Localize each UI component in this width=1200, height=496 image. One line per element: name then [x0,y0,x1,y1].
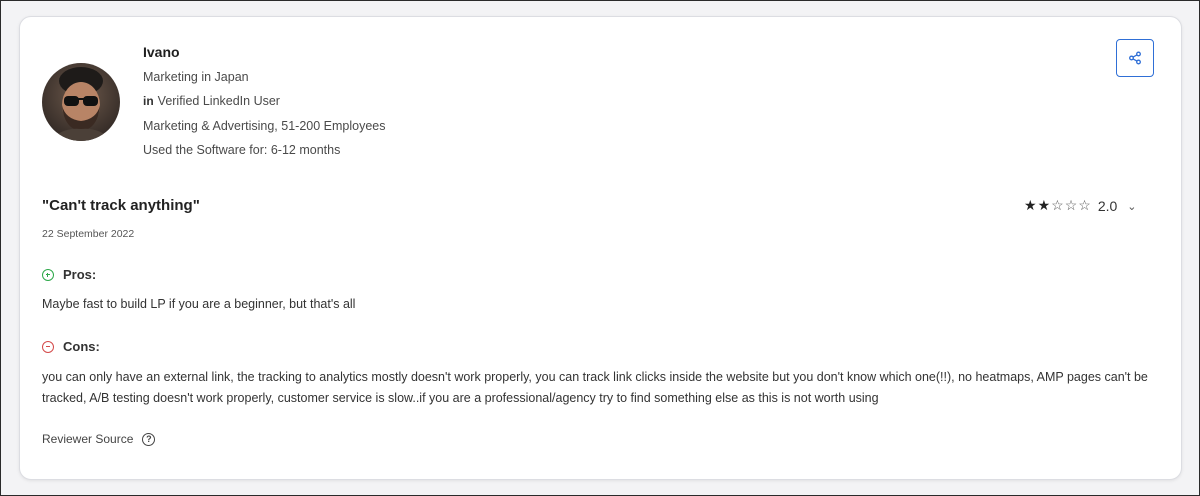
star-empty-icon: ☆ [1064,197,1079,213]
usage-duration: Used the Software for: 6-12 months [143,143,341,157]
avatar [42,63,120,141]
pros-label: Pros: [63,267,97,282]
pros-heading: Pros: [42,267,96,282]
share-button[interactable] [1116,39,1154,77]
rating-dropdown[interactable]: ★★☆☆☆ 2.0 ⌄ [1024,197,1137,214]
star-empty-icon: ☆ [1051,197,1065,213]
review-date: 22 September 2022 [42,228,135,240]
linkedin-icon: in [143,94,154,108]
star-filled-icon: ★ [1037,197,1052,213]
reviewer-role: Marketing in Japan [143,70,249,84]
minus-circle-icon [42,340,54,353]
star-empty-icon: ☆ [1078,197,1092,213]
cons-label: Cons: [63,339,100,354]
cons-heading: Cons: [42,339,100,354]
reviewer-name: Ivano [143,44,180,60]
chevron-down-icon: ⌄ [1127,201,1137,213]
cons-text: you can only have an external link, the … [42,370,1148,405]
reviewer-source: Reviewer Source ? [42,432,156,446]
verified-label: Verified LinkedIn User [157,94,280,108]
question-circle-icon[interactable]: ? [142,432,156,446]
rating-value: 2.0 [1097,197,1118,214]
review-title: "Can't track anything" [42,197,200,214]
star-rating: ★★☆☆☆ [1024,197,1092,214]
review-card: Ivano Marketing in Japan in Verified Link… [19,16,1182,480]
pros-text: Maybe fast to build LP if you are a begi… [42,297,356,311]
share-icon [1129,51,1141,65]
screenshot-frame: Ivano Marketing in Japan in Verified Link… [0,0,1200,496]
reviewer-industry: Marketing & Advertising, 51-200 Employee… [143,119,386,133]
star-filled-icon: ★ [1024,197,1038,213]
plus-circle-icon [42,268,54,281]
reviewer-source-label: Reviewer Source [42,432,134,446]
verified-badge: in Verified LinkedIn User [143,94,280,108]
